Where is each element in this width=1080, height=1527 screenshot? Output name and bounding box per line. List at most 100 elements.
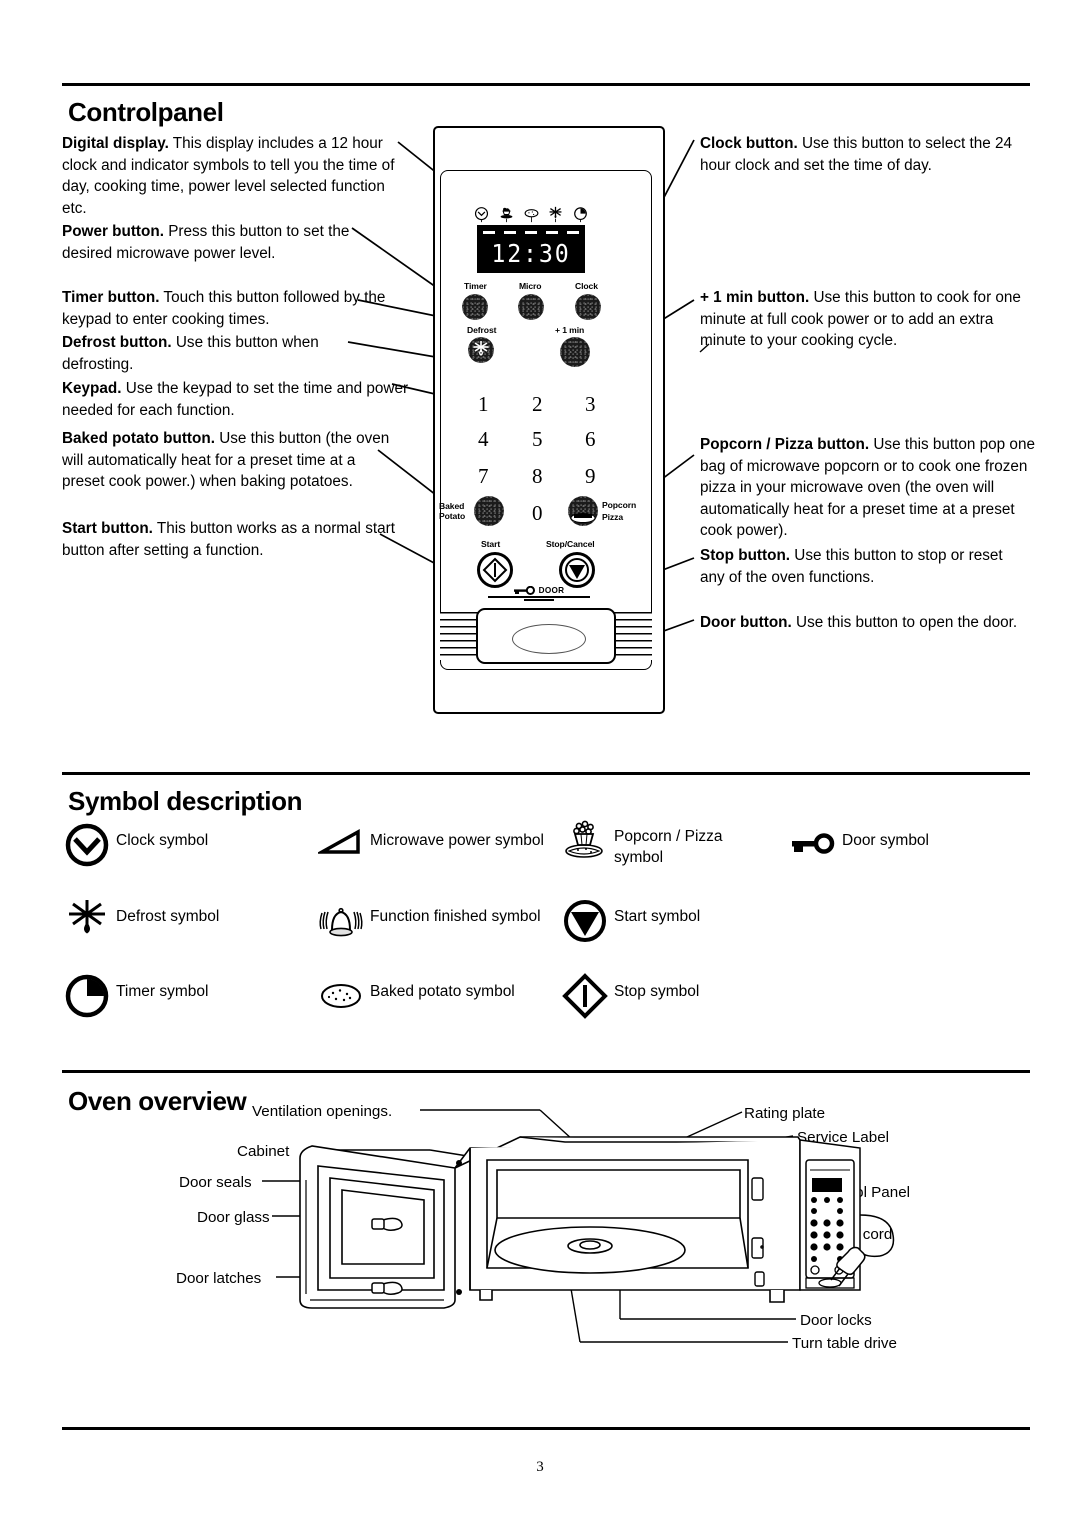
oven-label-cabinet: Cabinet: [237, 1143, 290, 1160]
desc-clock-button: Clock button. Use this button to select …: [700, 133, 1030, 176]
baked-potato-symbol-label: Baked potato symbol: [370, 983, 515, 1000]
keypad-key-0[interactable]: 0: [532, 503, 543, 524]
oven-label-control-panel: Control Panel: [818, 1184, 911, 1201]
microwave-power-symbol-label: Microwave power symbol: [370, 832, 544, 849]
symbol-entry-defrost: Defrost symbol: [64, 898, 304, 944]
term-defrost-button: Defrost button.: [62, 334, 172, 351]
display-segment-dashes: [483, 231, 579, 236]
door-open-button[interactable]: [476, 608, 616, 664]
symbol-entry-function-finished: Function finished symbol: [318, 898, 548, 944]
stop-symbol-label: Stop symbol: [614, 983, 700, 1000]
door-key-symbol-icon: [790, 822, 836, 868]
desc-digital-display: Digital display. This display includes a…: [62, 133, 402, 219]
desc-popcorn-pizza-button: Popcorn / Pizza button. Use this button …: [700, 434, 1036, 542]
baked-potato-button[interactable]: [474, 496, 504, 526]
term-plus-one-min-button: + 1 min button.: [700, 289, 810, 306]
door-button-label: DOOR: [538, 586, 565, 595]
stop-cancel-button[interactable]: [559, 552, 595, 588]
divider-footer: [62, 1427, 1030, 1430]
symbol-entry-timer: Timer symbol: [64, 973, 304, 1019]
timer-symbol-label: Timer symbol: [116, 983, 209, 1000]
keypad-key-4[interactable]: 4: [478, 429, 489, 450]
symbol-entry-microwave-power: Microwave power symbol: [315, 822, 548, 868]
clock-button[interactable]: [575, 294, 601, 320]
timer-indicator-icon: [572, 206, 589, 223]
text-door-button: Use this button to open the door.: [791, 614, 1018, 631]
popcorn-pizza-symbol-icon: [562, 818, 608, 864]
popcorn-pizza-button[interactable]: [568, 496, 598, 526]
timer-button[interactable]: [462, 294, 488, 320]
oven-label-mains-cord: Mains cord: [818, 1226, 893, 1243]
symbol-entry-baked-potato: Baked potato symbol: [318, 973, 558, 1019]
start-button-label: Start: [481, 539, 501, 549]
desc-baked-potato-button: Baked potato button. Use this button (th…: [62, 428, 402, 493]
stop-symbol-icon: [562, 973, 608, 1019]
desc-stop-button: Stop button. Use this button to stop or …: [700, 545, 1030, 588]
term-popcorn-pizza-button: Popcorn / Pizza button.: [700, 436, 870, 453]
digital-display: 12:30: [477, 225, 585, 273]
symbol-entry-door: Door symbol: [790, 822, 1010, 868]
symbol-entry-clock: Clock symbol: [64, 822, 304, 868]
oven-label-door-latches: Door latches: [176, 1270, 262, 1287]
micro-power-button[interactable]: [518, 294, 544, 320]
door-open-assembly: [440, 608, 652, 666]
oven-label-door-locks: Door locks: [800, 1312, 872, 1329]
clock-symbol-icon: [64, 822, 110, 868]
display-time-value: 12:30: [491, 239, 571, 268]
door-button-legend[interactable]: DOOR: [488, 586, 590, 601]
stop-cancel-button-label: Stop/Cancel: [546, 539, 595, 549]
plus-one-min-button[interactable]: [560, 337, 590, 367]
baked-potato-indicator-icon: [523, 206, 540, 223]
function-finished-symbol-label: Function finished symbol: [370, 908, 541, 925]
term-timer-button: Timer button.: [62, 289, 160, 306]
micro-button-label: Micro: [519, 281, 542, 291]
oven-label-rating-plate: Rating plate: [744, 1105, 826, 1122]
desc-door-button: Door button. Use this button to open the…: [700, 612, 1030, 634]
keypad-key-8[interactable]: 8: [532, 466, 543, 487]
desc-start-button: Start button. This button works as a nor…: [62, 518, 402, 561]
keypad-key-5[interactable]: 5: [532, 429, 543, 450]
defrost-button[interactable]: [468, 337, 494, 363]
popcorn-pizza-button-label-line2: Pizza: [602, 512, 623, 522]
baked-potato-symbol-icon: [318, 973, 364, 1019]
desc-timer-button: Timer button. Touch this button followed…: [62, 287, 410, 330]
defrost-symbol-icon: [64, 898, 110, 944]
door-key-icon: [513, 586, 535, 595]
desc-plus-one-min-button: + 1 min button. Use this button to cook …: [700, 287, 1036, 352]
term-clock-button: Clock button.: [700, 135, 798, 152]
door-legend-bar-long: [488, 596, 590, 598]
timer-symbol-icon: [64, 973, 110, 1019]
keypad-key-2[interactable]: 2: [532, 394, 543, 415]
bell-symbol-icon: [318, 898, 364, 944]
door-open-recess: [512, 624, 586, 654]
keypad-key-1[interactable]: 1: [478, 394, 489, 415]
display-indicator-row: [473, 205, 589, 223]
oven-label-ventilation-openings: Ventilation openings.: [252, 1103, 393, 1120]
term-start-button: Start button.: [62, 520, 153, 537]
start-button[interactable]: [477, 552, 513, 588]
keypad-key-9[interactable]: 9: [585, 466, 596, 487]
keypad-key-6[interactable]: 6: [585, 429, 596, 450]
divider-symbol-description: [62, 772, 1030, 775]
symbol-entry-stop: Stop symbol: [562, 973, 762, 1019]
term-door-button: Door button.: [700, 614, 792, 631]
clock-symbol-label: Clock symbol: [116, 832, 209, 849]
microwave-power-symbol-icon: [315, 822, 364, 868]
popcorn-pizza-symbol-label: Popcorn / Pizza symbol: [614, 828, 723, 866]
symbol-entry-start: Start symbol: [562, 898, 762, 944]
divider-top: [62, 83, 1030, 86]
start-symbol-label: Start symbol: [614, 908, 701, 925]
baked-potato-button-label-line2: Potato: [439, 511, 466, 521]
keypad-key-3[interactable]: 3: [585, 394, 596, 415]
popcorn-pizza-indicator-icon: [498, 206, 515, 223]
page-title-symbol-description: Symbol description: [68, 786, 303, 816]
desc-power-button: Power button. Press this button to set t…: [62, 221, 392, 264]
term-digital-display: Digital display.: [62, 135, 169, 152]
divider-oven-overview: [62, 1070, 1030, 1073]
term-baked-potato-button: Baked potato button.: [62, 430, 215, 447]
oven-label-service-label: Service Label: [797, 1129, 890, 1146]
timer-button-label: Timer: [464, 281, 487, 291]
page-number: 3: [536, 1459, 544, 1475]
keypad-key-7[interactable]: 7: [478, 466, 489, 487]
defrost-symbol-label: Defrost symbol: [116, 908, 220, 925]
